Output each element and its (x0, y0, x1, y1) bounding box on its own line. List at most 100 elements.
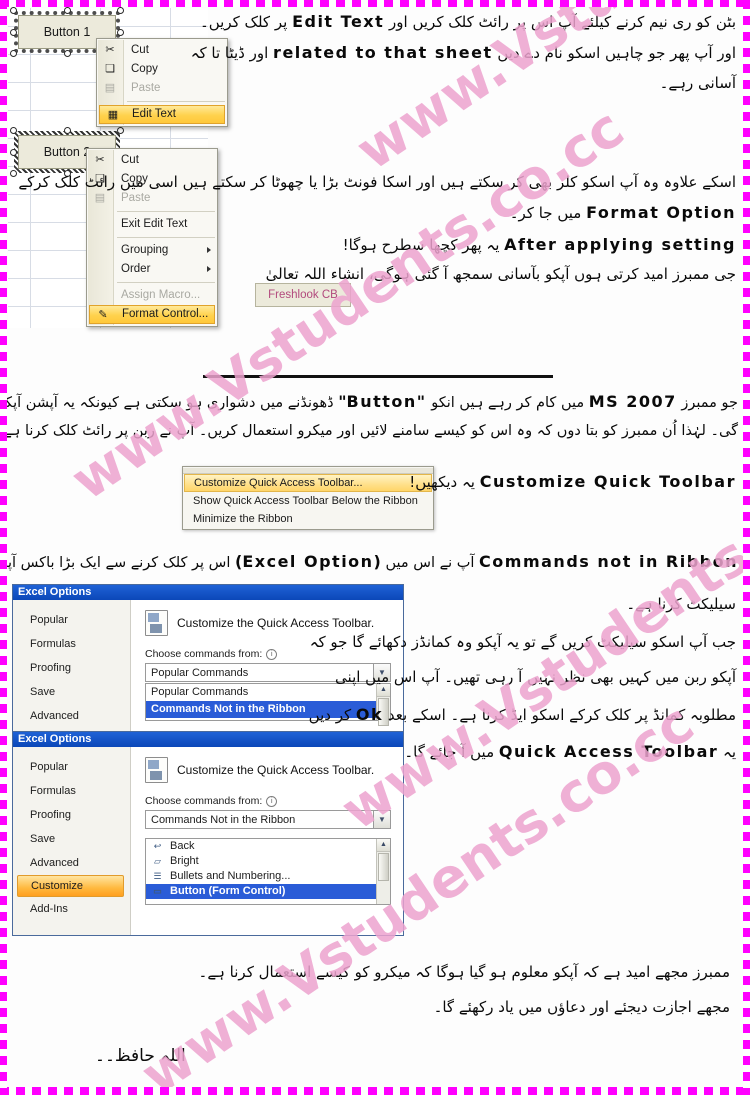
urdu-paragraph-5: Commands not in Ribbon آپ نے اس میں (Exc… (0, 546, 738, 577)
urdu-signoff: اللہ حافظ۔۔ (95, 1040, 275, 1073)
nav-item-advanced[interactable]: Advanced (13, 851, 130, 875)
qat-item-customize[interactable]: Customize Quick Access Toolbar... (184, 474, 432, 492)
context-menu-item-label: Assign Macro... (121, 289, 201, 301)
nav-item-label: Advanced (30, 857, 79, 869)
info-icon[interactable]: i (266, 795, 278, 807)
format-control-icon: ✎ (98, 309, 108, 321)
dialog-heading: Customize the Quick Access Toolbar. (177, 763, 375, 777)
urdu-line: گی۔ لہٰذا اُن ممبرز کو بتا دوں کہ وہ اس … (0, 423, 738, 440)
urdu-paragraph-4: Customize Quick Toolbar یہ دیکھیں! (409, 466, 736, 497)
context-menu-item-exit-edit-text[interactable]: Exit Edit Text (87, 215, 217, 234)
context-menu-item-label: Edit Text (132, 108, 176, 120)
context-menu-item-assign-macro: Assign Macro... (87, 286, 217, 305)
nav-item-proofing[interactable]: Proofing (13, 803, 130, 827)
command-list-item-button-form-control[interactable]: ▭ Button (Form Control) (146, 884, 390, 899)
copy-icon: ❏ (105, 63, 115, 75)
combobox-value: Popular Commands (151, 666, 249, 679)
edit-text-icon: ▦ (107, 109, 119, 121)
nav-item-customize[interactable]: Customize (17, 875, 124, 897)
nav-item-label: Save (30, 686, 56, 698)
dialog-heading-row: Customize the Quick Access Toolbar. (145, 757, 391, 783)
context-menu-item-format-control[interactable]: ✎ Format Control... (89, 305, 215, 324)
qat-item-show-below-ribbon[interactable]: Show Quick Access Toolbar Below the Ribb… (183, 492, 433, 510)
urdu-line: بٹن کو ری نیم کرنے کیلئے آپ اس پر رائٹ ک… (199, 12, 736, 31)
urdu-paragraph-5b: سیلیکٹ کرنا ہے۔ (406, 590, 736, 619)
nav-item-add-ins[interactable]: Add-Ins (13, 897, 130, 921)
urdu-line: Commands not in Ribbon آپ نے اس میں (Exc… (0, 552, 738, 571)
info-icon[interactable]: i (266, 648, 278, 660)
context-menu-separator (127, 101, 225, 102)
dialog-body: Popular Formulas Proofing Save Advanced … (13, 747, 403, 935)
freshlook-cb-label: Freshlook CB (268, 289, 338, 301)
nav-item-save[interactable]: Save (13, 680, 130, 704)
nav-item-label: Proofing (30, 662, 71, 674)
bullets-icon: ☰ (153, 871, 162, 881)
chevron-down-icon[interactable]: ▼ (373, 811, 390, 828)
nav-item-label: Popular (30, 761, 68, 773)
context-menu-item-label: Paste (131, 82, 161, 94)
excel-options-dialog-2[interactable]: Excel Options Popular Formulas Proofing … (12, 731, 404, 936)
dialog-title: Excel Options (18, 733, 92, 745)
qat-item-label: Customize Quick Access Toolbar... (194, 477, 363, 489)
qat-item-minimize-ribbon[interactable]: Minimize the Ribbon (183, 510, 433, 528)
command-list-item-label: Bullets and Numbering... (170, 870, 291, 882)
urdu-line: Format Option میں جا کر۔ (509, 203, 736, 223)
context-menu-item-label: Order (121, 263, 151, 275)
urdu-line: یہ Quick Access Toolbar میں آ جائے گا۔ (404, 742, 736, 762)
urdu-paragraph-7: ممبرز مجھے امید ہے کہ آپکو معلوم ہو گیا … (170, 955, 730, 1024)
nav-item-popular[interactable]: Popular (13, 755, 130, 779)
command-list-item-back[interactable]: ↩ Back (146, 839, 390, 854)
context-menu-separator (117, 211, 215, 212)
back-icon: ↩ (153, 841, 162, 851)
urdu-line: مطلوبہ کمانڈ پر کلک کرکے اسکو ایڈ کرنا ہ… (308, 704, 736, 724)
context-menu-item-edit-text[interactable]: ▦ Edit Text (99, 105, 225, 124)
dialog-title-bar: Excel Options (13, 732, 403, 747)
quick-access-doc-icon (145, 610, 168, 636)
dialog-nav-list[interactable]: Popular Formulas Proofing Save Advanced … (13, 747, 131, 935)
context-menu-item-grouping[interactable]: Grouping (87, 241, 217, 260)
urdu-paragraph-2: اسکے علاوہ وہ آپ اسکو کلر بھی کر سکتے ہی… (18, 168, 736, 289)
choose-commands-text: Choose commands from: (145, 795, 263, 807)
urdu-line: جب آپ اسکو سیلیکٹ کریں گے تو یہ آپکو وہ … (309, 633, 736, 651)
context-menu-item-label: Copy (131, 63, 158, 75)
button-icon: ▭ (153, 886, 162, 896)
command-list-scrollbar[interactable]: ▲ (376, 839, 390, 904)
urdu-line: آپکو ربن میں کہیں بھی نظر نہیں آ رہی تھی… (335, 668, 736, 687)
nav-item-save[interactable]: Save (13, 827, 130, 851)
nav-item-popular[interactable]: Popular (13, 608, 130, 632)
command-list-item-bright[interactable]: ▱ Bright (146, 854, 390, 869)
section-divider (203, 375, 553, 378)
bright-icon: ▱ (154, 856, 161, 866)
urdu-line: اسکے علاوہ وہ آپ اسکو کلر بھی کر سکتے ہی… (18, 173, 736, 191)
nav-item-label: Proofing (30, 809, 71, 821)
nav-item-label: Save (30, 833, 56, 845)
nav-item-advanced[interactable]: Advanced (13, 704, 130, 728)
context-menu-separator (117, 282, 215, 283)
nav-item-proofing[interactable]: Proofing (13, 656, 130, 680)
choose-commands-combobox[interactable]: Commands Not in the Ribbon ▼ (145, 810, 391, 829)
command-list-item-bullets-and-numbering[interactable]: ☰ Bullets and Numbering... (146, 869, 390, 884)
quick-access-doc-icon (145, 757, 168, 783)
scrollbar-thumb[interactable] (378, 853, 389, 881)
command-list[interactable]: ↩ Back ▱ Bright ☰ Bullets and Numbering.… (145, 838, 391, 905)
command-list-item-label: Button (Form Control) (170, 885, 286, 897)
scissors-icon: ✂ (95, 154, 105, 166)
submenu-arrow-icon (207, 266, 211, 272)
urdu-line: سیلیکٹ کرنا ہے۔ (626, 595, 736, 613)
choose-commands-label: Choose commands from: i (145, 795, 391, 807)
form-control-button-2-label: Button 2 (43, 145, 91, 159)
context-menu-item-paste: ▤ Paste (97, 79, 227, 98)
urdu-paragraph-3: جو ممبرز MS 2007 میں کام کر رہے ہیں انکو… (0, 386, 738, 446)
scroll-up-icon[interactable]: ▲ (377, 839, 390, 852)
nav-item-formulas[interactable]: Formulas (13, 779, 130, 803)
command-list-item-label: Back (170, 840, 195, 852)
nav-item-label: Formulas (30, 638, 76, 650)
urdu-line: اور آپ پھر جو چاہیں اسکو نام دے دیں rela… (190, 43, 736, 63)
quick-access-toolbar-menu[interactable]: Customize Quick Access Toolbar... Show Q… (182, 466, 434, 530)
urdu-paragraph-6: جب آپ اسکو سیلیکٹ کریں گے تو یہ آپکو وہ … (308, 625, 736, 771)
page-border-bottom (0, 1087, 750, 1095)
context-menu-item-label: Cut (131, 44, 149, 56)
dialog-nav-list[interactable]: Popular Formulas Proofing Save Advanced (13, 600, 131, 733)
nav-item-formulas[interactable]: Formulas (13, 632, 130, 656)
context-menu-item-order[interactable]: Order (87, 260, 217, 279)
